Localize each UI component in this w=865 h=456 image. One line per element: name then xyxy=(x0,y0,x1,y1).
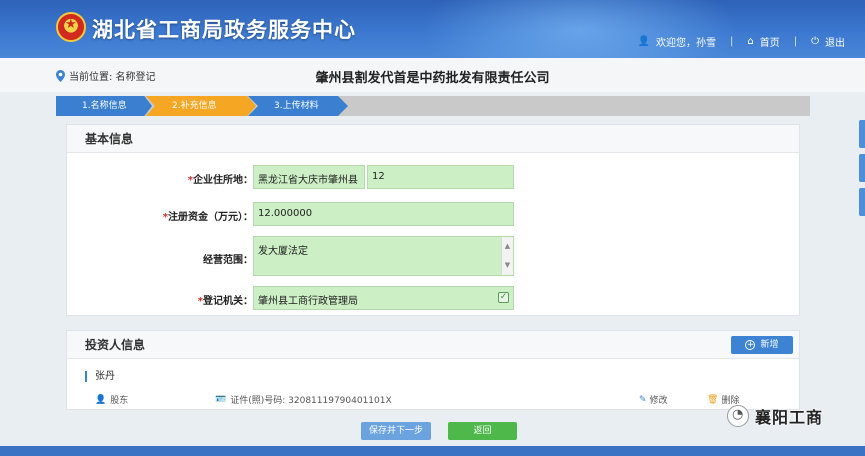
step-progress: 1.名称信息 2.补充信息 3.上传材料 xyxy=(56,96,810,116)
nav-separator: | xyxy=(729,36,734,47)
investor-role: 👤 股东 xyxy=(95,393,129,407)
investor-info-panel: 投资人信息 + 新增 张丹 👤 股东 🪪 证件(照)号码: 32081119790… xyxy=(66,330,800,410)
capital-label: *注册资金（万元）： xyxy=(163,208,253,223)
pencil-icon: ✎ xyxy=(639,394,647,405)
address-label: *企业住所地： xyxy=(188,171,253,186)
trash-icon: 🗑 xyxy=(707,394,719,405)
save-next-button[interactable]: 保存并下一步 xyxy=(361,422,431,440)
capital-field[interactable]: 12.000000 xyxy=(253,202,514,226)
authority-label-text: 登记机关： xyxy=(203,296,253,307)
power-icon[interactable]: ⏻ xyxy=(811,36,819,47)
welcome-text: 欢迎您，孙雪 xyxy=(655,38,716,49)
step-supplement-info[interactable]: 2.补充信息 xyxy=(146,96,256,116)
back-button[interactable]: 返回 xyxy=(448,422,517,440)
capital-label-text: 注册资金（万元）： xyxy=(168,212,253,223)
investor-id: 🪪 证件(照)号码: 32081119790401101X xyxy=(215,393,392,407)
authority-label: *登记机关： xyxy=(198,292,253,307)
id-card-icon: 🪪 xyxy=(215,394,227,405)
investor-info-header: 投资人信息 + 新增 xyxy=(67,331,799,359)
user-nav: 👤 欢迎您，孙雪 | ⌂ 首页 | ⏻ 退出 xyxy=(638,34,845,49)
logout-link[interactable]: 退出 xyxy=(825,34,845,49)
add-investor-button[interactable]: + 新增 xyxy=(731,336,793,354)
side-tab[interactable] xyxy=(859,188,865,216)
scope-text: 发大厦法定 xyxy=(258,246,308,257)
add-label: 新增 xyxy=(760,340,779,350)
step-name-info[interactable]: 1.名称信息 xyxy=(56,96,152,116)
home-icon[interactable]: ⌂ xyxy=(747,36,753,47)
basic-info-title: 基本信息 xyxy=(67,125,799,153)
nav-separator: | xyxy=(793,36,798,47)
id-text: 证件(照)号码: 32081119790401101X xyxy=(230,396,392,406)
location-bar: 当前位置: 名称登记 肇州县割发代首是中药批发有限责任公司 xyxy=(0,58,865,92)
scrollbar[interactable]: ▲ ▼ xyxy=(501,237,513,275)
header-glow xyxy=(420,0,740,58)
address-region-field[interactable]: 黑龙江省大庆市肇州县 xyxy=(253,165,365,189)
authority-value: 肇州县工商行政管理局 xyxy=(258,296,358,307)
address-label-text: 企业住所地： xyxy=(193,175,253,186)
select-check-icon[interactable]: ✓ xyxy=(498,292,509,303)
edit-investor-link[interactable]: ✎ 修改 xyxy=(639,393,668,407)
side-tab[interactable] xyxy=(859,120,865,148)
emblem-icon xyxy=(56,12,86,42)
company-name: 肇州县割发代首是中药批发有限责任公司 xyxy=(315,71,550,86)
investor-info-title: 投资人信息 xyxy=(85,338,146,352)
scope-textarea[interactable]: 发大厦法定 ▲ ▼ xyxy=(253,236,514,276)
watermark: 襄阳工商 xyxy=(727,404,823,428)
person-icon: 👤 xyxy=(95,394,107,405)
user-icon: 👤 xyxy=(637,36,650,47)
side-tabs xyxy=(859,120,865,222)
investor-name: 张丹 xyxy=(85,371,115,382)
step-upload-materials[interactable]: 3.上传材料 xyxy=(248,96,348,116)
watermark-text: 襄阳工商 xyxy=(755,408,824,427)
address-detail-field[interactable]: 12 xyxy=(367,165,514,189)
basic-info-panel: 基本信息 *企业住所地： 黑龙江省大庆市肇州县 12 *注册资金（万元）： 12… xyxy=(66,124,800,316)
wechat-icon xyxy=(727,405,749,427)
site-header: 湖北省工商局政务服务中心 👤 欢迎您，孙雪 | ⌂ 首页 | ⏻ 退出 xyxy=(0,0,865,58)
authority-select[interactable]: 肇州县工商行政管理局 ✓ xyxy=(253,286,514,310)
home-link[interactable]: 首页 xyxy=(760,34,780,49)
role-text: 股东 xyxy=(110,396,129,406)
edit-label: 修改 xyxy=(649,396,668,406)
bottom-strip xyxy=(0,446,865,456)
plus-icon: + xyxy=(745,340,756,350)
side-tab[interactable] xyxy=(859,154,865,182)
site-title: 湖北省工商局政务服务中心 xyxy=(92,18,356,42)
scope-label: 经营范围： xyxy=(203,255,253,266)
